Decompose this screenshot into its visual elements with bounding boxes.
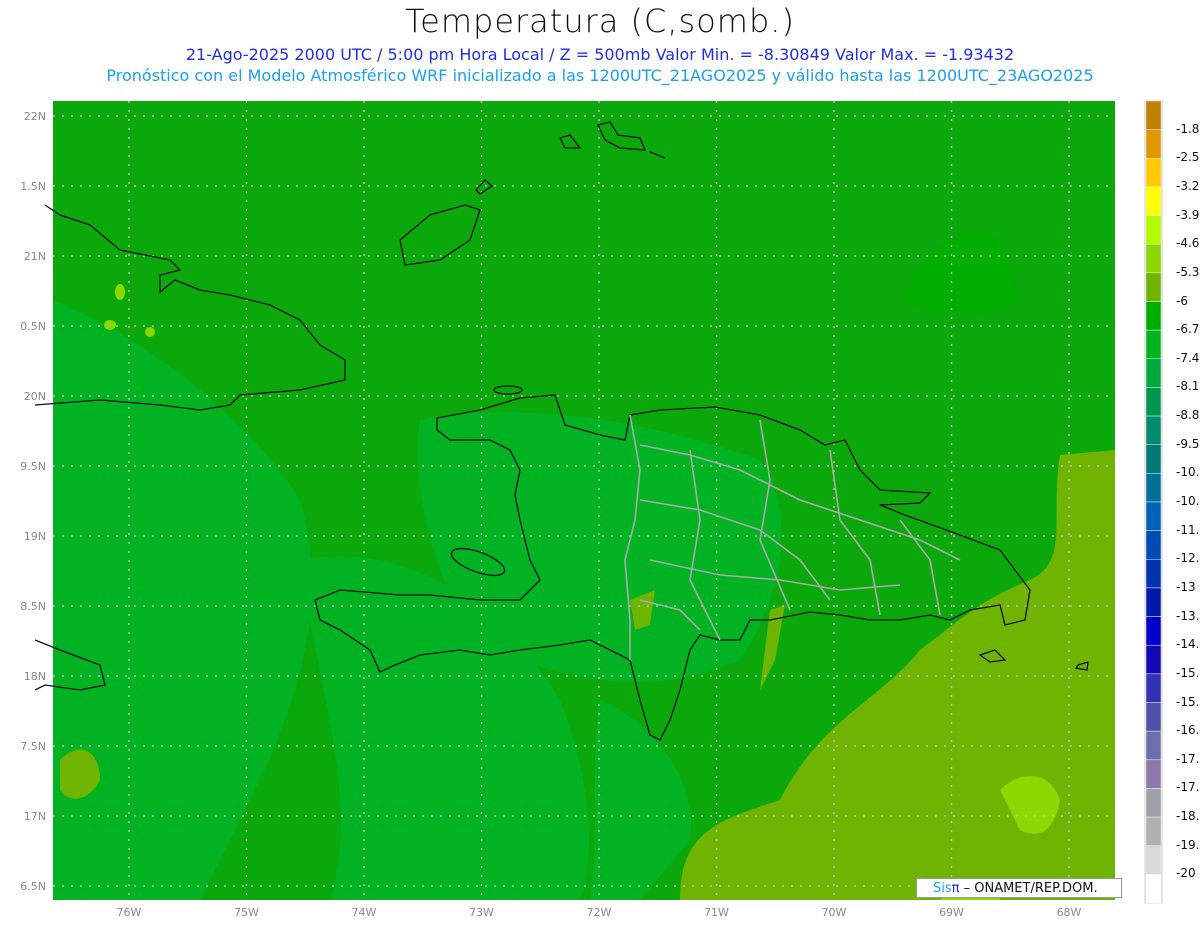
lat-tick-label: 9.5N [20,460,46,473]
colorbar-label: -17.2 [1176,751,1200,766]
map-subtitle-model-info: Pronóstico con el Modelo Atmosférico WRF… [106,66,1094,85]
colorbar-swatch [1145,415,1162,445]
lon-tick-label: 70W [822,906,847,919]
colorbar-label: -9.5 [1176,436,1200,451]
lat-tick-label: 1.5N [20,180,46,193]
colorbar-swatch [1145,530,1162,560]
colorbar-label: -15.1 [1176,665,1200,680]
colorbar-label: -4.6 [1176,236,1200,251]
lat-tick-label: 20N [24,390,46,403]
lon-tick-label: 75W [234,906,259,919]
colorbar-swatch [1145,559,1162,589]
lat-tick-label: 17N [24,810,46,823]
colorbar-label: -19.3 [1176,837,1200,852]
colorbar-swatch [1145,730,1162,761]
colorbar-label: -14.4 [1176,637,1200,652]
colorbar-swatch [1145,759,1162,789]
colorbar-label: -3.2 [1176,178,1200,193]
colorbar-label: -3.9 [1176,207,1200,222]
colorbar-swatch [1145,874,1162,904]
colorbar-swatch [1145,616,1162,646]
lat-tick-label: 18N [24,670,46,683]
lat-tick-label: 19N [24,530,46,543]
colorbar-swatch [1145,129,1162,159]
colorbar-swatch [1145,358,1162,388]
colorbar-label: -17.9 [1176,780,1200,795]
colorbar-swatch [1145,845,1162,875]
colorbar-label: -11.6 [1176,522,1200,537]
lat-tick-label: 0.5N [20,320,46,333]
lon-tick-label: 76W [117,906,142,919]
colorbar-swatch [1145,444,1162,474]
colorbar-swatch [1145,473,1162,503]
colorbar-label: -12.3 [1176,551,1200,566]
colorbar-swatch [1145,816,1162,846]
colorbar-label: -10.2 [1176,465,1200,480]
map-subtitle-valid-time: 21-Ago-2025 2000 UTC / 5:00 pm Hora Loca… [185,45,1015,64]
map-title: Temperatura (C,somb.) [405,2,795,40]
sispi-logo-sis: Sis [933,881,952,896]
lat-tick-label: 7.5N [20,740,46,753]
colorbar-label: -20 [1176,866,1196,881]
colorbar-swatch [1145,301,1162,331]
lat-tick-label: 21N [24,250,46,263]
colorbar-label: -1.8 [1176,121,1200,136]
credit-text: – ONAMET/REP.DOM. [959,881,1098,896]
colorbar-label: -13 [1176,579,1196,594]
lon-tick-label: 68W [1057,906,1082,919]
lon-tick-label: 72W [587,906,612,919]
lat-tick-label: 22N [24,110,46,123]
colorbar-label: -13.7 [1176,608,1200,623]
colorbar-swatch [1145,673,1162,703]
lat-tick-label: 8.5N [20,600,46,613]
colorbar-swatch [1145,186,1162,216]
colorbar-swatch [1145,158,1162,188]
colorbar-label: -8.8 [1176,408,1200,423]
colorbar-swatch [1145,329,1162,360]
colorbar-swatch [1145,215,1162,245]
colorbar-swatch [1145,387,1162,417]
lon-tick-label: 74W [352,906,377,919]
lon-tick-label: 71W [704,906,729,919]
colorbar-swatch [1145,702,1162,732]
colorbar-label: -18.6 [1176,809,1200,824]
colorbar-label: -16.5 [1176,723,1200,738]
colorbar-swatch [1145,501,1162,531]
colorbar-swatch [1145,243,1162,274]
colorbar-swatch [1145,272,1162,302]
lon-tick-label: 73W [469,906,494,919]
colorbar-swatch [1145,587,1162,617]
colorbar-swatch [1145,644,1162,675]
colorbar-swatch [1145,788,1162,818]
colorbar-label: -2.5 [1176,150,1200,165]
colorbar [1145,100,1162,904]
colorbar-label: -6 [1176,293,1188,308]
lon-tick-label: 69W [939,906,964,919]
colorbar-label: -10.9 [1176,494,1200,508]
lat-tick-label: 6.5N [20,880,46,893]
temperature-map: 76W 75W 74W 73W 72W 71W 70W 69W 68W 22N 1.5N 21N 0.5… [20,100,1163,919]
colorbar-label: -8.1 [1176,379,1200,394]
credit-box: Sisπ – ONAMET/REP.DOM. [916,878,1122,898]
colorbar-label: -7.4 [1176,350,1200,365]
colorbar-swatch [1145,100,1162,130]
colorbar-label: -15.8 [1176,694,1200,709]
colorbar-label: -5.3 [1176,264,1200,279]
colorbar-label: -6.7 [1176,322,1200,337]
